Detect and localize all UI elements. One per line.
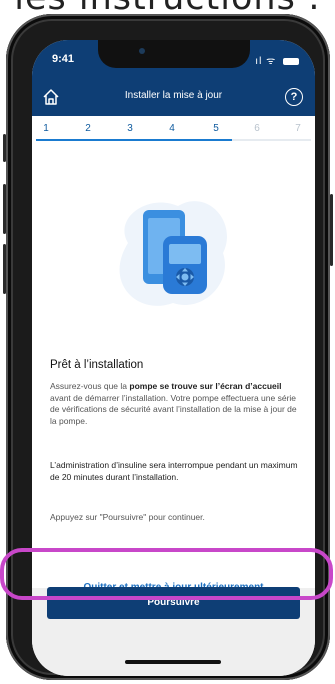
instruction-paragraph-1: Assurez-vous que la pompe se trouve sur … (50, 381, 300, 427)
signal-icon: ıl (255, 56, 263, 67)
para1-rest: avant de démarrer l’installation. Votre … (50, 392, 297, 426)
mute-switch (3, 134, 6, 162)
status-time: 9:41 (52, 53, 75, 65)
main-content: Prêt à l’installation Assurez-vous que l… (32, 143, 315, 613)
step-6: 6 (254, 123, 260, 134)
status-icons: ıl ᯤ (255, 53, 299, 67)
home-indicator (125, 660, 221, 664)
section-title: Prêt à l’installation (50, 359, 144, 371)
step-7: 7 (295, 123, 301, 134)
wifi-icon: ᯤ (266, 56, 277, 67)
step-4: 4 (169, 123, 175, 134)
camera-dot (139, 48, 145, 54)
battery-icon (283, 57, 299, 65)
help-icon[interactable]: ? (285, 88, 303, 106)
notch (98, 40, 250, 68)
instruction-paragraph-2: L’administration d’insuline sera interro… (50, 460, 298, 482)
progress-fill (36, 139, 232, 141)
para1-intro: Assurez-vous que la (50, 381, 130, 391)
nav-bar: Installer la mise à jour ? (32, 80, 315, 116)
step-3: 3 (127, 123, 133, 134)
pump-phone-illustration (119, 201, 227, 306)
step-2: 2 (85, 123, 91, 134)
instruction-paragraph-3: Appuyez sur "Poursuivre" pour continuer. (50, 512, 205, 522)
volume-up-button (3, 184, 6, 234)
step-indicator: 1 2 3 4 5 6 7 (32, 116, 315, 142)
para1-emphasis: pompe se trouve sur l’écran d’accueil (129, 381, 282, 391)
status-bar: 9:41 ıl ᯤ (32, 40, 315, 80)
progress-track (36, 139, 311, 141)
step-5-current: 5 (213, 123, 219, 134)
power-button (330, 194, 333, 266)
step-1: 1 (43, 123, 49, 134)
volume-down-button (3, 244, 6, 294)
highlight-ring (0, 548, 333, 600)
nav-title: Installer la mise à jour (124, 90, 223, 101)
